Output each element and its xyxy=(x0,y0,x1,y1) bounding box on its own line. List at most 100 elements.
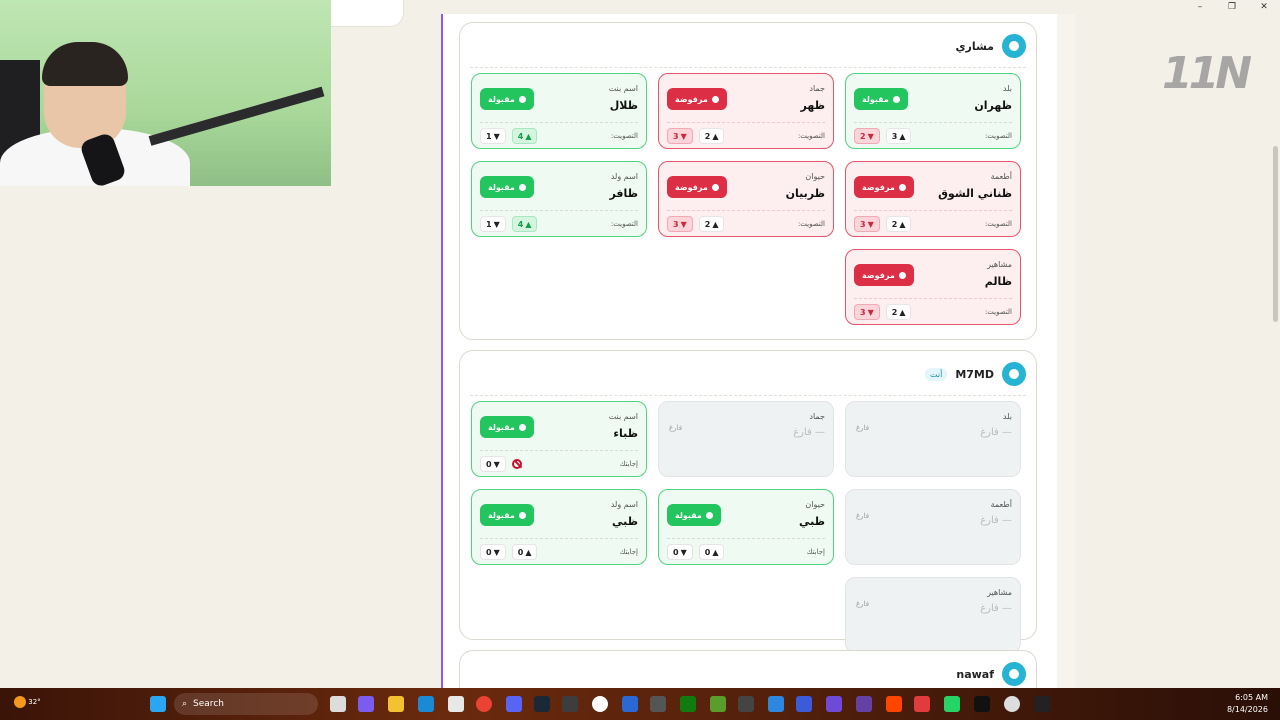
upvote-button[interactable]: 4 ▲ xyxy=(511,128,538,144)
downvote-count: 0 xyxy=(673,547,679,557)
upvote-button[interactable]: 0 ▲ xyxy=(511,544,538,560)
answer-card: حيوان ظبي مقبولة إجابتك 0 ▼ 0 ▲ xyxy=(658,489,834,565)
app-icon[interactable] xyxy=(796,696,812,712)
downvote-button[interactable]: 0 ▼ xyxy=(480,456,506,472)
upvote-button[interactable]: 2 ▲ xyxy=(698,128,725,144)
upvote-count: 3 xyxy=(891,131,898,141)
thumbs-up-icon: ▲ xyxy=(899,131,906,141)
vote-group: 2 ▼ 3 ▲ xyxy=(854,128,912,144)
thumbs-up-icon: ▲ xyxy=(525,219,532,229)
app-icon[interactable] xyxy=(826,696,842,712)
downvote-button[interactable]: 0 ▼ xyxy=(480,544,506,560)
system-clock[interactable]: 6:05 AM 8/14/2026 xyxy=(1227,692,1268,716)
thumbs-down-icon: ▼ xyxy=(867,219,874,229)
weather-widget[interactable]: 32° xyxy=(14,696,41,708)
copilot-icon[interactable] xyxy=(358,696,374,712)
vote-group: 0 ▼ 0 ▲ xyxy=(667,544,725,560)
avatar xyxy=(1002,34,1026,58)
upvote-button[interactable]: 4 ▲ xyxy=(511,216,538,232)
upvote-button[interactable]: 3 ▲ xyxy=(885,128,912,144)
app-icon[interactable] xyxy=(622,696,638,712)
downvote-button[interactable]: 3 ▼ xyxy=(667,216,693,232)
downvote-button[interactable]: 3 ▼ xyxy=(854,304,880,320)
answer-card: مشاهير — فارغ فارغ xyxy=(845,577,1021,653)
close-button[interactable]: ✕ xyxy=(1248,0,1280,14)
thumbs-down-icon: ▼ xyxy=(493,459,500,469)
category-label: أطعمة xyxy=(990,500,1012,509)
mic-arm xyxy=(148,86,325,146)
window-controls: – ❐ ✕ xyxy=(1184,0,1280,14)
settings-icon[interactable] xyxy=(1004,696,1020,712)
upvote-button[interactable]: 2 ▲ xyxy=(698,216,725,232)
upvote-button[interactable]: 0 ▲ xyxy=(698,544,725,560)
obs-icon[interactable] xyxy=(592,696,608,712)
downvote-count: 0 xyxy=(486,459,492,469)
upvote-button[interactable]: 2 ▲ xyxy=(885,304,912,320)
player-name: M7MD xyxy=(955,367,994,381)
downvote-button[interactable]: 0 ▼ xyxy=(667,544,693,560)
downvote-button[interactable]: 1 ▼ xyxy=(480,216,506,232)
app-icon[interactable] xyxy=(448,696,464,712)
app-icon[interactable] xyxy=(856,696,872,712)
upvote-count: 0 xyxy=(704,547,711,557)
search-icon: ⌕ xyxy=(182,699,188,709)
thumbs-down-icon: ▼ xyxy=(867,307,874,317)
upvote-count: 2 xyxy=(704,131,711,141)
app-icon[interactable] xyxy=(768,696,784,712)
vote-group: 0 ▼ 0 ▲ xyxy=(480,544,538,560)
search-label: Search xyxy=(193,699,224,709)
maximize-button[interactable]: ❐ xyxy=(1216,0,1248,14)
answer-word: — فارغ xyxy=(980,603,1012,614)
vote-label: التصويت: xyxy=(610,220,638,228)
downvote-button[interactable]: 1 ▼ xyxy=(480,128,506,144)
status-text: مقبولة xyxy=(488,94,515,104)
minecraft-icon[interactable] xyxy=(710,696,726,712)
category-label: بلد xyxy=(1002,84,1012,93)
edge-icon[interactable] xyxy=(418,696,434,712)
upvote-button[interactable]: 2 ▲ xyxy=(885,216,912,232)
scrollbar[interactable] xyxy=(1273,146,1278,322)
divider xyxy=(667,210,825,211)
app-icon[interactable] xyxy=(886,696,902,712)
status-badge: مقبولة xyxy=(480,176,534,198)
app-icon[interactable] xyxy=(974,696,990,712)
vote-label: إجابتك xyxy=(619,460,638,468)
downvote-button[interactable]: 2 ▼ xyxy=(854,128,880,144)
divider xyxy=(470,67,1026,68)
player-name: مشاري xyxy=(955,39,994,53)
answer-word: ظبي xyxy=(612,515,638,528)
vote-label: إجابتك xyxy=(806,548,825,556)
epic-games-icon[interactable] xyxy=(1034,696,1050,712)
minimize-button[interactable]: – xyxy=(1184,0,1216,14)
app-icon[interactable] xyxy=(914,696,930,712)
status-text: مقبولة xyxy=(488,182,515,192)
divider xyxy=(470,395,1026,396)
app-icon[interactable] xyxy=(650,696,666,712)
steam-icon[interactable] xyxy=(534,696,550,712)
app-icon[interactable] xyxy=(738,696,754,712)
thumbs-up-icon: ▲ xyxy=(712,219,719,229)
downvote-button[interactable]: 3 ▼ xyxy=(667,128,693,144)
status-badge: مرفوضة xyxy=(667,176,727,198)
no-entry-icon xyxy=(511,459,522,469)
whatsapp-icon[interactable] xyxy=(944,696,960,712)
downvote-button[interactable]: 3 ▼ xyxy=(854,216,880,232)
xbox-icon[interactable] xyxy=(680,696,696,712)
category-label: جماد xyxy=(809,412,825,421)
status-badge: مقبولة xyxy=(667,504,721,526)
user-icon xyxy=(1009,41,1019,51)
windows-start-icon[interactable] xyxy=(150,696,166,712)
upvote-count: 2 xyxy=(704,219,711,229)
file-explorer-icon[interactable] xyxy=(388,696,404,712)
task-view-icon[interactable] xyxy=(330,696,346,712)
player-header: nawaf xyxy=(956,661,1026,687)
vote-group: 3 ▼ 2 ▲ xyxy=(667,128,725,144)
discord-icon[interactable] xyxy=(506,696,522,712)
status-badge: مرفوضة xyxy=(854,176,914,198)
chrome-icon[interactable] xyxy=(476,696,492,712)
user-icon xyxy=(1009,669,1019,679)
search-box[interactable]: ⌕ Search xyxy=(174,693,318,715)
vote-label: التصويت: xyxy=(797,132,825,140)
app-icon[interactable] xyxy=(562,696,578,712)
vote-group: 3 ▼ 2 ▲ xyxy=(854,216,912,232)
